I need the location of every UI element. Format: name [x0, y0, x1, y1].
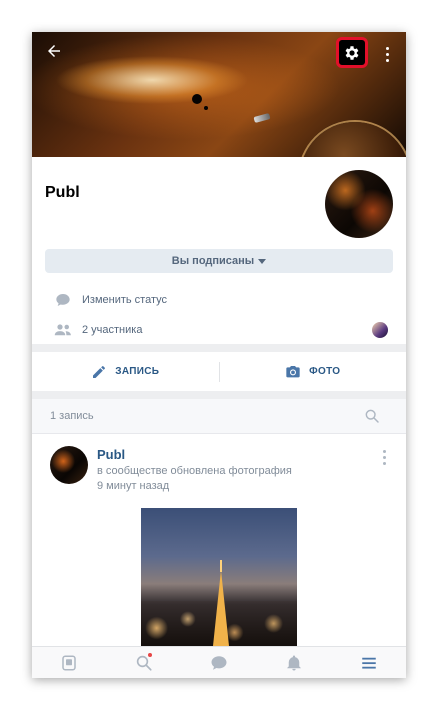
cover-moon-small	[204, 106, 208, 110]
gear-icon	[345, 45, 359, 60]
members-row[interactable]: 2 участника	[32, 315, 406, 345]
photo-button[interactable]: ФОТО	[220, 364, 407, 380]
camera-icon	[286, 365, 300, 377]
settings-button[interactable]	[336, 37, 368, 68]
photo-tower-tip	[220, 560, 222, 572]
change-status-row[interactable]: Изменить статус	[32, 285, 406, 315]
cover-moon	[192, 94, 202, 104]
new-post-button[interactable]: ЗАПИСЬ	[32, 364, 219, 380]
new-post-label: ЗАПИСЬ	[115, 366, 160, 377]
post-author-avatar[interactable]	[50, 446, 88, 484]
more-vertical-icon	[385, 46, 389, 50]
post-timestamp: 9 минут назад	[97, 480, 170, 492]
app-screen: Publ Вы подписаны Изменить статус 2 учас…	[32, 32, 406, 678]
posts-count-bar: 1 запись	[32, 399, 406, 434]
post-actions-bar: ЗАПИСЬ ФОТО	[32, 352, 406, 391]
tab-menu[interactable]	[349, 647, 389, 678]
posts-count: 1 запись	[50, 410, 94, 422]
cover-planet	[300, 122, 406, 157]
community-header: Publ Вы подписаны Изменить статус 2 учас…	[32, 157, 406, 344]
more-options-button[interactable]	[379, 42, 395, 66]
more-vertical-icon	[383, 450, 386, 453]
tab-notifications[interactable]	[274, 647, 314, 678]
post-more-button[interactable]	[383, 450, 386, 465]
chat-bubble-icon	[52, 292, 74, 308]
notifications-icon	[287, 655, 301, 671]
menu-icon	[361, 657, 376, 669]
community-avatar[interactable]	[325, 170, 393, 238]
member-avatar[interactable]	[372, 322, 388, 338]
post-author-name[interactable]: Publ	[97, 447, 125, 462]
back-arrow-icon	[48, 45, 60, 57]
news-icon	[62, 655, 77, 671]
tab-news[interactable]	[49, 647, 89, 678]
tab-discover[interactable]	[124, 647, 164, 678]
bottom-tab-bar	[32, 646, 406, 678]
subscribed-label: Вы подписаны	[171, 255, 255, 267]
tab-messages[interactable]	[199, 647, 239, 678]
pencil-icon	[93, 365, 106, 378]
feed-post: Publ в сообществе обновлена фотография 9…	[32, 434, 406, 646]
photo-label: ФОТО	[309, 366, 341, 377]
cover-image	[32, 32, 406, 157]
post-description: в сообществе обновлена фотография	[97, 465, 292, 477]
people-icon	[52, 323, 74, 337]
back-button[interactable]	[42, 42, 66, 66]
cover-ship	[253, 113, 271, 123]
messages-icon	[211, 656, 227, 670]
change-status-label: Изменить статус	[82, 294, 168, 306]
subscribed-button[interactable]: Вы подписаны	[45, 249, 393, 273]
community-name: Publ	[45, 184, 80, 201]
caret-down-icon	[258, 258, 267, 264]
post-photo[interactable]	[141, 508, 297, 646]
members-label: 2 участника	[82, 324, 143, 336]
photo-tower	[213, 570, 229, 646]
search-icon[interactable]	[364, 408, 380, 429]
